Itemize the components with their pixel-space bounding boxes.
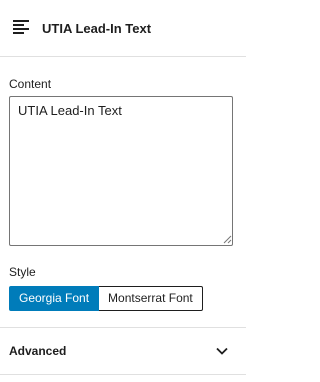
chevron-down-icon xyxy=(216,347,228,355)
advanced-label: Advanced xyxy=(9,344,67,358)
resize-handle-icon[interactable] xyxy=(223,235,232,244)
style-option-montserrat-button[interactable]: Montserrat Font xyxy=(99,286,203,311)
style-option-georgia-button[interactable]: Georgia Font xyxy=(9,286,100,311)
paragraph-align-left-icon xyxy=(13,20,29,34)
content-textarea[interactable]: UTIA Lead-In Text xyxy=(9,96,233,246)
style-button-group: Georgia Font Montserrat Font xyxy=(9,286,203,311)
block-card: UTIA Lead-In Text xyxy=(0,0,246,57)
block-settings-panel: UTIA Lead-In Text Content UTIA Lead-In T… xyxy=(0,0,246,382)
style-label: Style xyxy=(9,265,36,279)
block-title: UTIA Lead-In Text xyxy=(42,21,152,36)
advanced-panel-toggle[interactable]: Advanced xyxy=(0,327,246,375)
content-label: Content xyxy=(9,77,52,91)
